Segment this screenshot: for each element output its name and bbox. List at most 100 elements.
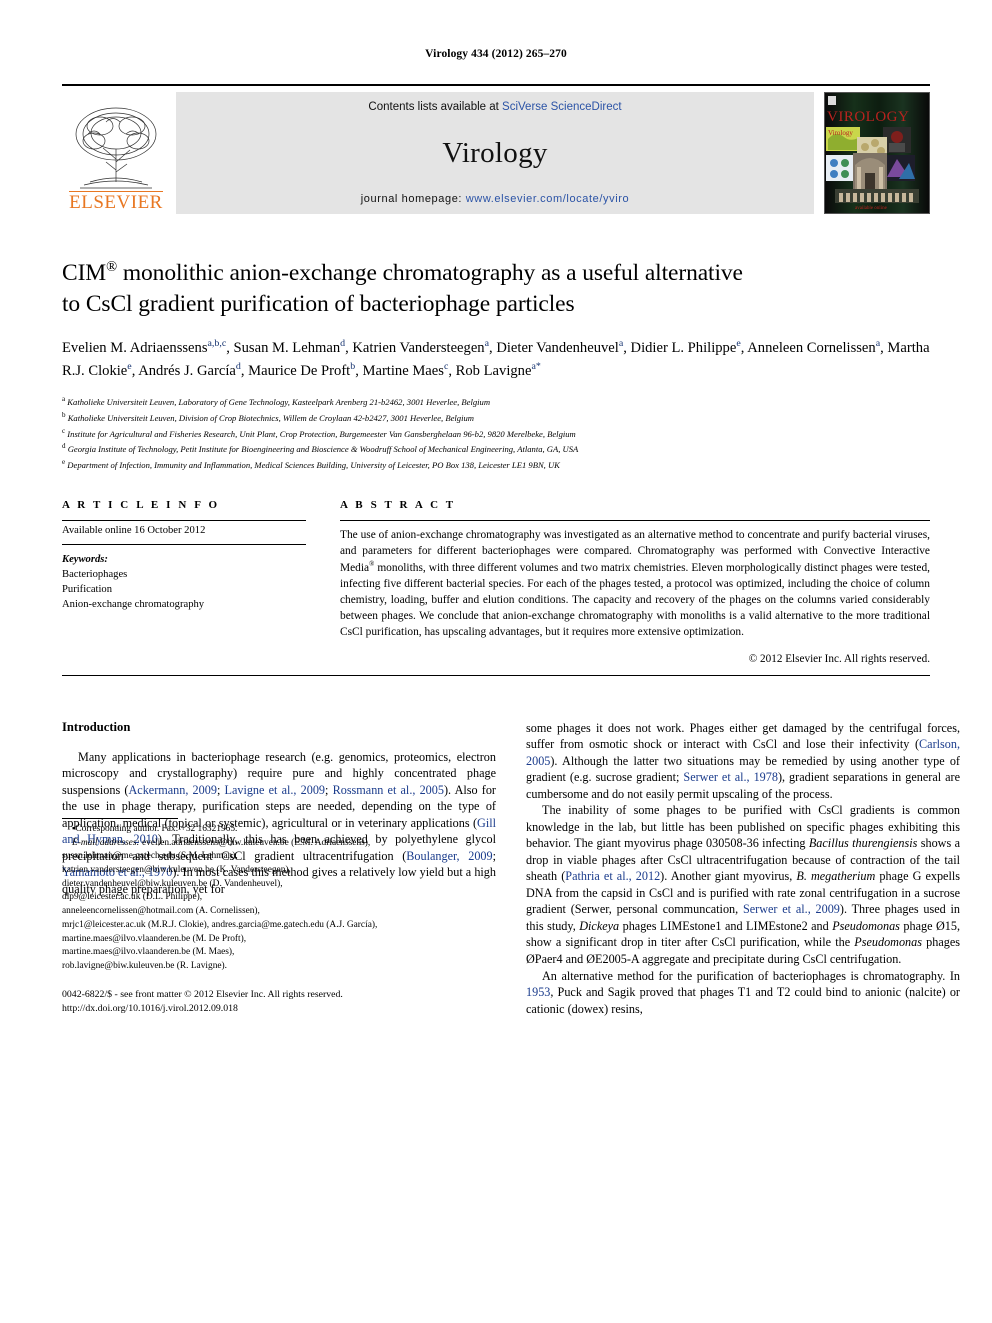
- author: Maurice De Proftb,: [248, 361, 362, 379]
- contents-prefix: Contents lists available at: [368, 101, 503, 113]
- running-head: Virology 434 (2012) 265–270: [425, 48, 567, 60]
- corresponding-author-label: Corresponding author. Fax: +32 16321965.: [75, 823, 238, 834]
- author-name: Didier L. Philippe: [630, 339, 737, 356]
- introduction-heading: Introduction: [62, 719, 131, 734]
- affiliation-label: a: [62, 395, 66, 404]
- svg-text:available online: available online: [855, 206, 888, 211]
- affiliation-label: d: [62, 442, 66, 451]
- article-info-heading: A R T I C L E I N F O: [62, 499, 220, 511]
- abstract-column: A B S T R A C T The use of anion-exchang…: [340, 499, 930, 665]
- abstract-heading: A B S T R A C T: [340, 499, 456, 511]
- author: Martine Maesc,: [362, 361, 455, 379]
- author-name: Martine Maes: [362, 362, 444, 379]
- author-name: Maurice De Proft: [248, 362, 351, 379]
- front-matter-block: 0042-6822/$ - see front matter © 2012 El…: [62, 988, 496, 1017]
- elsevier-logo: ELSEVIER: [62, 92, 170, 214]
- elsevier-wordmark: ELSEVIER: [69, 191, 163, 213]
- email-address[interactable]: katrien.vandersteegen@biw.kuleuven.be (K…: [62, 865, 291, 875]
- article-body: Introduction Many applications in bacter…: [62, 720, 960, 1018]
- title-cim: CIM: [62, 260, 107, 286]
- author: Andrés J. Garcíad,: [138, 361, 249, 379]
- affiliation-item: a Katholieke Universiteit Leuven, Labora…: [62, 394, 930, 410]
- email-addresses-note: E-mail addresses: evelien.adriaenssens@b…: [62, 837, 496, 974]
- doi-link[interactable]: http://dx.doi.org/10.1016/j.virol.2012.0…: [62, 1002, 496, 1017]
- paragraph: some phages it does not work. Phages eit…: [526, 720, 960, 801]
- author-name: Anneleen Cornelissen: [747, 339, 876, 356]
- author: Rob Lavignea*: [455, 361, 541, 379]
- keyword-item: Bacteriophages: [62, 569, 128, 581]
- author: Anneleen Cornelissena,: [747, 338, 887, 356]
- homepage-prefix: journal homepage:: [360, 193, 466, 205]
- author: Dieter Vandenheuvela,: [496, 338, 631, 356]
- affiliation-item: c Institute for Agricultural and Fisheri…: [62, 426, 930, 442]
- author-name: Susan M. Lehman: [233, 339, 341, 356]
- available-online-text: Available online 16 October 2012: [62, 525, 206, 536]
- article-title: CIM® monolithic anion-exchange chromatog…: [62, 258, 930, 320]
- author: Evelien M. Adriaenssensa,b,c,: [62, 338, 234, 356]
- email-address[interactable]: mrjc1@leicester.ac.uk (M.R.J. Clokie), a…: [62, 920, 377, 930]
- affiliation-item: e Department of Infection, Immunity and …: [62, 457, 930, 473]
- title-line-1-rest: monolithic anion-exchange chromatography…: [117, 260, 743, 286]
- footnote-zone: ▪Corresponding author. Fax: +32 16321965…: [62, 817, 496, 1017]
- author: Katrien Vandersteegena,: [352, 338, 496, 356]
- journal-band: Contents lists available at SciVerse Sci…: [176, 92, 814, 214]
- body-column-left: Introduction Many applications in bacter…: [62, 720, 496, 1018]
- title-block: CIM® monolithic anion-exchange chromatog…: [62, 258, 930, 473]
- author-name: Dieter Vandenheuvel: [496, 339, 619, 356]
- body-column-right: some phages it does not work. Phages eit…: [526, 720, 960, 1018]
- journal-cover-thumbnail[interactable]: VIROLOGY Virology available online: [824, 92, 930, 214]
- affiliation-text: Katholieke Universiteit Leuven, Division…: [67, 412, 474, 423]
- journal-homepage-link[interactable]: www.elsevier.com/locate/yviro: [466, 193, 630, 205]
- author-list: Evelien M. Adriaenssensa,b,c, Susan M. L…: [62, 336, 930, 382]
- journal-masthead: ELSEVIER Contents lists available at Sci…: [62, 84, 930, 214]
- author-separator: ,: [623, 339, 631, 356]
- sciencedirect-link[interactable]: SciVerse ScienceDirect: [502, 101, 622, 113]
- cover-artwork-icon: VIROLOGY Virology available online: [825, 93, 929, 213]
- svg-text:VIROLOGY: VIROLOGY: [827, 109, 909, 125]
- affiliation-label: e: [62, 458, 66, 467]
- contents-available-line: Contents lists available at SciVerse Sci…: [368, 101, 621, 113]
- affiliation-label: b: [62, 410, 66, 419]
- corresponding-author-text: ▪Corresponding author. Fax: +32 16321965…: [72, 823, 238, 834]
- journal-homepage-line: journal homepage: www.elsevier.com/locat…: [361, 193, 630, 205]
- title-line-2: to CsCl gradient purification of bacteri…: [62, 291, 575, 318]
- author-name: Rob Lavigne: [455, 362, 532, 379]
- elsevier-tree-icon: [75, 107, 157, 189]
- affiliation-item: d Georgia Institute of Technology, Petit…: [62, 441, 930, 457]
- affiliation-list: a Katholieke Universiteit Leuven, Labora…: [62, 394, 930, 473]
- email-address[interactable]: anneleencornelissen@hotmail.com (A. Corn…: [62, 906, 260, 916]
- email-address[interactable]: dieter.vandenheuvel@biw.kuleuven.be (D. …: [62, 879, 283, 889]
- issn-front-matter: 0042-6822/$ - see front matter © 2012 El…: [62, 988, 343, 1000]
- email-address[interactable]: martine.maes@ilvo.vlaanderen.be (M. Maes…: [62, 947, 234, 957]
- journal-title: Virology: [442, 136, 548, 169]
- affiliation-label: c: [62, 426, 66, 435]
- email-address[interactable]: martine.maes@ilvo.vlaanderen.be (M. De P…: [62, 934, 246, 944]
- corresponding-author-marker: *: [535, 361, 541, 373]
- affiliation-text: Georgia Institute of Technology, Petit I…: [67, 444, 579, 455]
- author: Didier L. Philippee,: [630, 338, 748, 356]
- email-address[interactable]: evelien.adriaenssens@biw.kuleuven.be (E.…: [142, 838, 370, 848]
- svg-text:Virology: Virology: [828, 129, 853, 137]
- email-address[interactable]: rob.lavigne@biw.kuleuven.be (R. Lavigne)…: [62, 961, 227, 971]
- keyword-item: Purification: [62, 584, 113, 596]
- keywords-block: Keywords: Bacteriophages Purification An…: [62, 545, 306, 612]
- keywords-heading: Keywords:: [62, 554, 108, 565]
- article-info-column: A R T I C L E I N F O Available online 1…: [62, 499, 306, 665]
- author-name: Katrien Vandersteegen: [352, 339, 485, 356]
- author: Susan M. Lehmand,: [233, 338, 353, 356]
- email-address[interactable]: dlp9@leicester.ac.uk (D.L. Philippe),: [62, 892, 202, 902]
- registered-mark-icon: ®: [106, 259, 118, 276]
- affiliation-text: Katholieke Universiteit Leuven, Laborato…: [67, 396, 491, 407]
- author-separator: ,: [226, 339, 234, 356]
- corresponding-author-note: ▪Corresponding author. Fax: +32 16321965…: [62, 823, 496, 837]
- email-addresses-label: E-mail addresses:: [72, 837, 140, 848]
- author-separator: ,: [240, 362, 249, 379]
- footnote-rule: [62, 817, 178, 819]
- keyword-item: Anion-exchange chromatography: [62, 599, 205, 611]
- email-address[interactable]: susan.lehman@me.gatech.edu (S.M. Lehman)…: [62, 851, 238, 861]
- abstract-text: The use of anion-exchange chromatography…: [340, 529, 930, 638]
- affiliation-text: Institute for Agricultural and Fisheries…: [67, 428, 576, 439]
- abstract-copyright: © 2012 Elsevier Inc. All rights reserved…: [748, 652, 930, 665]
- info-abstract-region: A R T I C L E I N F O Available online 1…: [62, 499, 930, 665]
- paragraph: An alternative method for the purificati…: [526, 968, 960, 1016]
